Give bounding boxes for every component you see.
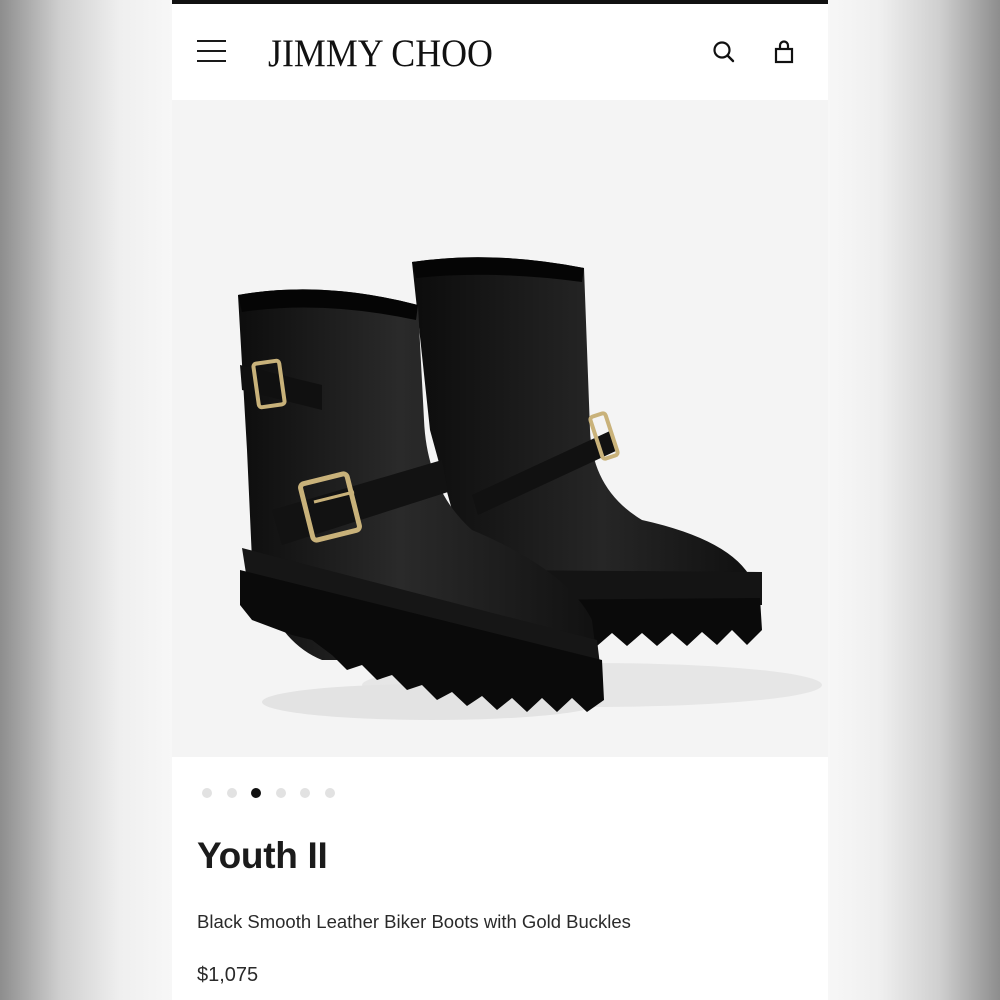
- gallery-pagination: [202, 788, 349, 800]
- pagination-dot-active[interactable]: [251, 788, 261, 798]
- pagination-dot[interactable]: [324, 788, 335, 798]
- pagination-dot[interactable]: [226, 788, 237, 798]
- product-title: Youth II: [197, 835, 328, 876]
- site-header: JIMMY CHOO: [172, 4, 828, 100]
- product-image[interactable]: [172, 100, 828, 757]
- shopping-bag-icon[interactable]: [770, 38, 798, 66]
- pagination-dot[interactable]: [300, 788, 310, 798]
- brand-logo[interactable]: JIMMY CHOO: [268, 30, 493, 78]
- pagination-dot[interactable]: [275, 788, 286, 798]
- menu-icon[interactable]: [194, 36, 228, 66]
- search-icon[interactable]: [710, 38, 738, 66]
- product-price: $1,075: [197, 964, 259, 986]
- pagination-dot[interactable]: [202, 788, 212, 798]
- product-description: Black Smooth Leather Biker Boots with Go…: [197, 911, 631, 932]
- mobile-page: JIMMY CHOO Youth II Black Smooth Leather…: [172, 0, 828, 1000]
